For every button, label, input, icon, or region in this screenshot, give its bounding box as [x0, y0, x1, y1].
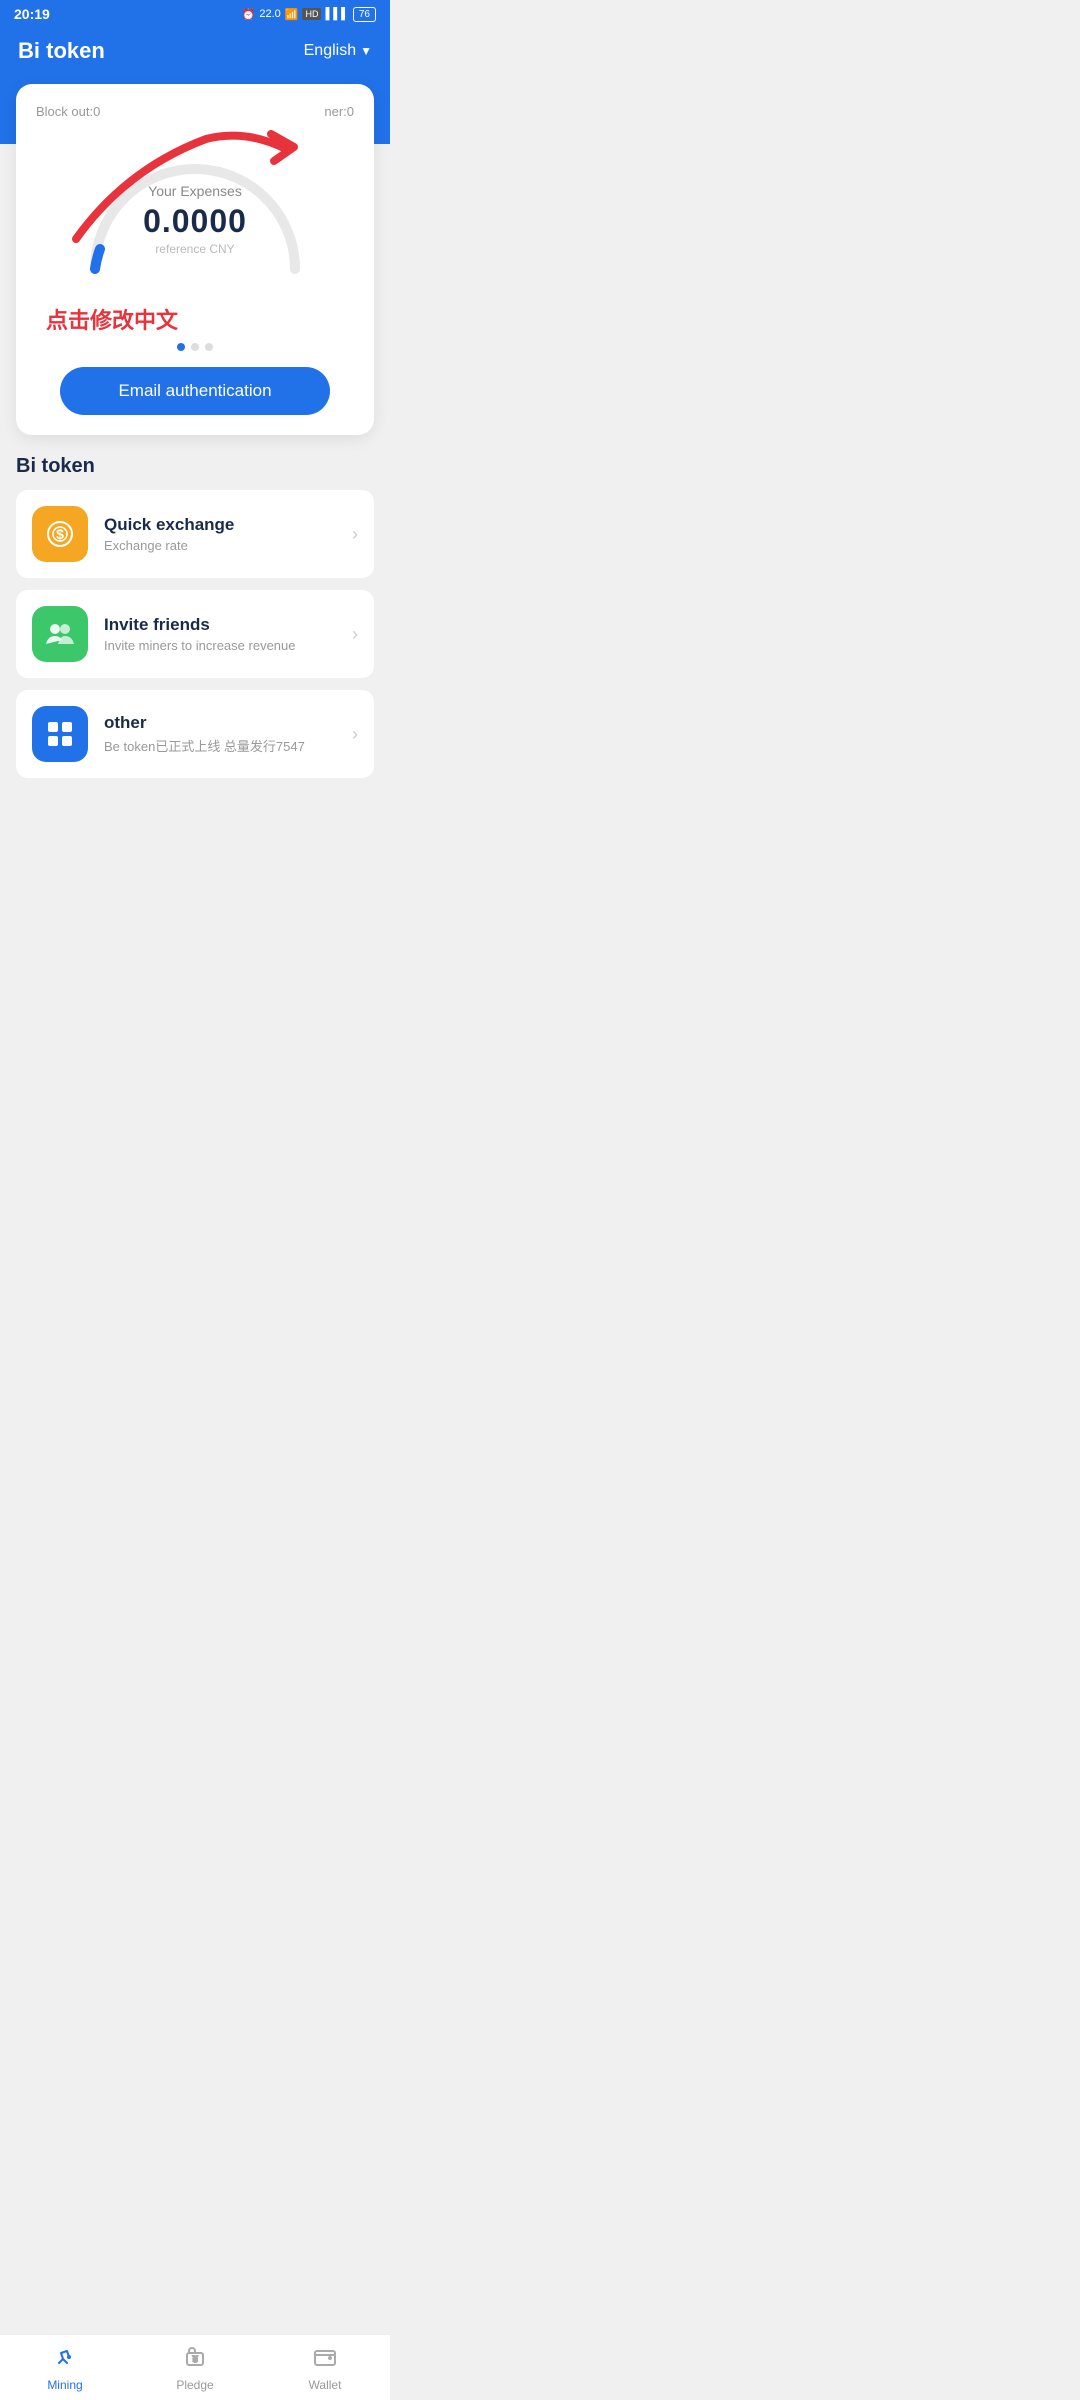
list-item[interactable]: Invite friends Invite miners to increase… [16, 590, 374, 678]
language-label: English [304, 42, 356, 60]
quick-exchange-content: Quick exchange Exchange rate [104, 515, 336, 553]
quick-exchange-icon: $ [32, 506, 88, 562]
invite-friends-subtitle: Invite miners to increase revenue [104, 638, 336, 653]
chinese-annotation-text: 点击修改中文 [36, 299, 354, 343]
battery-icon: 76 [353, 7, 376, 22]
status-bar: 20:19 ⏰ 22.0 📶 HD ▌▌▌ 76 [0, 0, 390, 28]
other-title: other [104, 713, 336, 733]
email-auth-button[interactable]: Email authentication [60, 367, 330, 415]
dot-3 [205, 343, 213, 351]
mining-label: Mining [47, 2378, 82, 2392]
svg-text:¥: ¥ [193, 2355, 198, 2364]
pledge-label: Pledge [176, 2378, 213, 2392]
expenses-value: 0.0000 [143, 203, 247, 240]
other-icon [32, 706, 88, 762]
pledge-icon: ¥ [183, 2345, 207, 2375]
wallet-label: Wallet [309, 2378, 342, 2392]
other-content: other Be token已正式上线 总量发行7547 [104, 713, 336, 755]
chevron-right-icon: › [352, 724, 358, 745]
invite-friends-icon [32, 606, 88, 662]
main-balance-card: Block out:0 ner:0 Your Expenses 0.0000 r… [16, 84, 374, 435]
status-icons: ⏰ 22.0 📶 HD ▌▌▌ 76 [242, 7, 376, 22]
list-item[interactable]: other Be token已正式上线 总量发行7547 › [16, 690, 374, 778]
chevron-right-icon: › [352, 524, 358, 545]
alarm-icon: ⏰ [242, 8, 256, 21]
miner-label: ner:0 [324, 104, 354, 119]
svg-text:$: $ [56, 526, 64, 542]
list-item[interactable]: $ Quick exchange Exchange rate › [16, 490, 374, 578]
quick-exchange-subtitle: Exchange rate [104, 538, 336, 553]
mining-icon [53, 2345, 77, 2375]
card-header: Block out:0 ner:0 [36, 104, 354, 119]
chevron-down-icon: ▼ [360, 44, 372, 58]
wallet-icon [313, 2345, 337, 2375]
block-out-label: Block out:0 [36, 104, 100, 119]
dot-indicator [36, 343, 354, 351]
app-title: Bi token [18, 38, 105, 64]
gauge-container: Your Expenses 0.0000 reference CNY [36, 129, 354, 289]
language-selector[interactable]: English ▼ [304, 42, 372, 60]
chevron-right-icon: › [352, 624, 358, 645]
other-subtitle: Be token已正式上线 总量发行7547 [104, 736, 336, 755]
status-time: 20:19 [14, 6, 50, 22]
dot-2 [191, 343, 199, 351]
section-title: Bi token [0, 435, 390, 490]
dot-1 [177, 343, 185, 351]
gauge-center: Your Expenses 0.0000 reference CNY [143, 183, 247, 256]
hd-badge: HD [302, 8, 321, 20]
nav-item-pledge[interactable]: ¥ Pledge [130, 2335, 260, 2400]
quick-exchange-title: Quick exchange [104, 515, 336, 535]
invite-friends-content: Invite friends Invite miners to increase… [104, 615, 336, 653]
bottom-navigation: Mining ¥ Pledge Wallet [0, 2334, 390, 2400]
expenses-label: Your Expenses [143, 183, 247, 199]
invite-friends-title: Invite friends [104, 615, 336, 635]
nav-item-mining[interactable]: Mining [0, 2335, 130, 2400]
signal-4g-icon: ▌▌▌ [325, 8, 348, 20]
nav-item-wallet[interactable]: Wallet [260, 2335, 390, 2400]
wifi-icon: 📶 [285, 8, 299, 21]
speed-indicator: 22.0 [259, 8, 280, 20]
expenses-sub: reference CNY [143, 242, 247, 256]
